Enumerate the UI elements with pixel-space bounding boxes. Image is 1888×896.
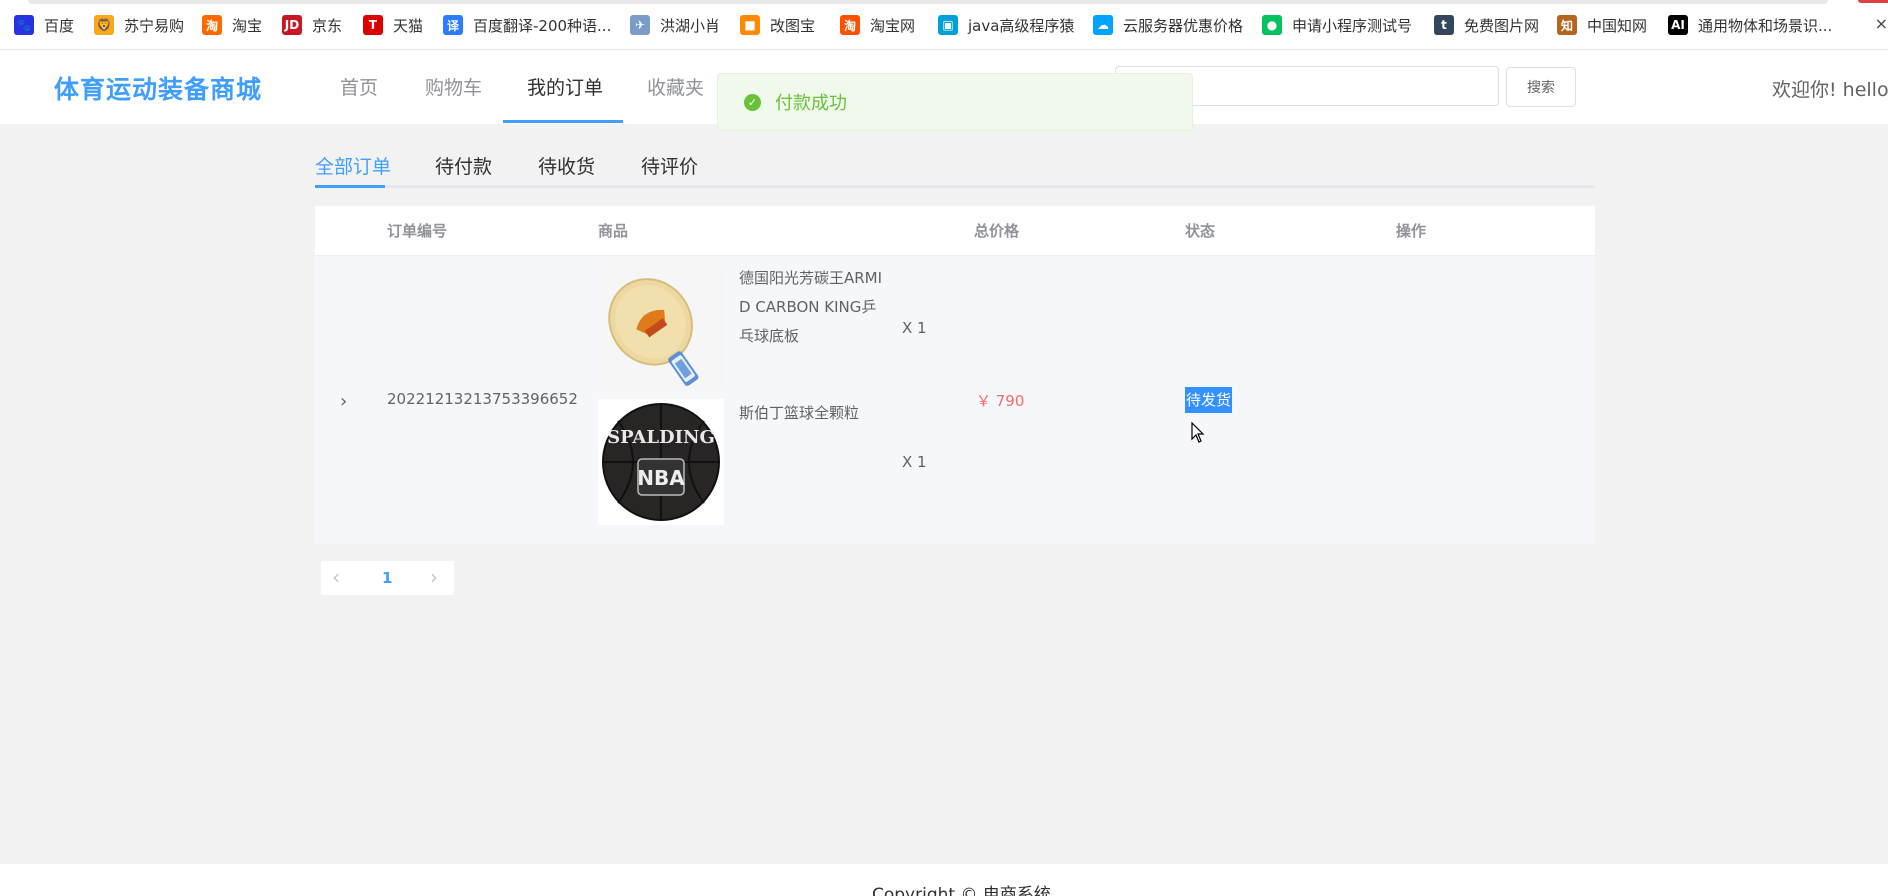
expand-chevron-icon[interactable]: ›	[340, 391, 347, 412]
column-order-no: 订单编号	[387, 222, 448, 240]
taobao-net-icon: 淘	[840, 15, 860, 35]
bookmark-label: 天猫	[393, 16, 424, 35]
tab-active-indicator	[315, 185, 385, 188]
tmall-icon: T	[363, 15, 383, 35]
bookmark-label: 云服务器优惠价格	[1123, 16, 1244, 35]
bookmark-item[interactable]: ✈ 洪湖小肖	[630, 14, 720, 36]
tab-pending-payment[interactable]: 待付款	[435, 152, 492, 179]
order-total-price: ￥ 790	[976, 392, 1025, 410]
basketball-brand-text: SPALDING	[607, 427, 715, 448]
bookmarks-overflow-close-icon[interactable]: ×	[1875, 14, 1888, 33]
bookmark-label: 中国知网	[1587, 16, 1648, 35]
bookmark-item[interactable]: 🦁 苏宁易购	[94, 14, 184, 36]
nav-my-orders[interactable]: 我的订单	[527, 73, 603, 100]
bookmark-item[interactable]: 🐾 百度	[14, 14, 74, 36]
tabs-divider	[315, 185, 1595, 188]
site-logo[interactable]: 体育运动装备商城	[54, 70, 262, 106]
search-button[interactable]: 搜索	[1506, 67, 1576, 107]
bookmark-item[interactable]: ● 申请小程序测试号	[1262, 14, 1412, 36]
browser-top-edge	[28, 0, 1828, 4]
bookmark-label: 淘宝网	[870, 16, 916, 35]
bookmark-item[interactable]: t 免费图片网	[1434, 14, 1539, 36]
bilibili-tv-icon: ▣	[938, 15, 958, 35]
nav-favorites[interactable]: 收藏夹	[647, 73, 704, 100]
bookmark-label: 百度	[44, 16, 75, 35]
bookmark-label: java高级程序猿	[968, 16, 1075, 35]
order-number: 20221213213753396652	[387, 390, 578, 408]
wechat-icon: ●	[1262, 15, 1282, 35]
pagination-next-icon[interactable]: ›	[430, 565, 438, 589]
cloud-icon: ☁	[1093, 15, 1113, 35]
product-quantity: X 1	[902, 319, 927, 337]
bookmark-item[interactable]: JD 京东	[282, 14, 342, 36]
bookmark-item[interactable]: 知中国知网	[1557, 14, 1647, 36]
bookmark-label: 免费图片网	[1464, 16, 1540, 35]
bookmark-label: 申请小程序测试号	[1292, 16, 1413, 35]
pagination-page[interactable]: 1	[382, 569, 392, 587]
bird-icon: ✈	[630, 15, 650, 35]
product-name: 斯伯丁篮球全颗粒	[739, 404, 860, 422]
bookmark-item[interactable]: ☁ 云服务器优惠价格	[1093, 14, 1243, 36]
nav-active-underline	[503, 120, 623, 123]
bookmark-item[interactable]: 淘淘宝网	[840, 14, 915, 36]
nav-cart[interactable]: 购物车	[425, 73, 482, 100]
spalding-basketball-image[interactable]: SPALDING NBA	[598, 399, 724, 525]
bookmark-label: 百度翻译-200种语...	[473, 16, 612, 35]
bookmark-item[interactable]: ■ 改图宝	[740, 14, 815, 36]
success-check-icon: ✓	[744, 93, 761, 111]
bookmark-label: 改图宝	[770, 16, 816, 35]
bookmark-label: 苏宁易购	[124, 16, 185, 35]
ai-icon: AI	[1668, 15, 1688, 35]
product-name: 德国阳光芳碳王ARMID CARBON KING乒乓球底板	[739, 269, 883, 345]
welcome-user: 欢迎你! hello	[1772, 79, 1888, 101]
tab-pending-review[interactable]: 待评价	[641, 152, 698, 179]
cnki-icon: 知	[1557, 15, 1577, 35]
bookmark-item[interactable]: 淘淘宝	[202, 14, 262, 36]
bookmark-item[interactable]: 译百度翻译-200种语...	[443, 14, 611, 36]
column-product: 商品	[598, 222, 629, 240]
suning-lion-icon: 🦁	[94, 15, 114, 35]
bookmark-label: 淘宝	[232, 16, 263, 35]
gaitubao-icon: ■	[740, 15, 760, 35]
baidu-paw-icon: 🐾	[14, 15, 34, 35]
bookmark-item[interactable]: T 天猫	[363, 14, 423, 36]
bookmark-item[interactable]: ▣ java高级程序猿	[938, 14, 1074, 36]
payment-success-toast: ✓ 付款成功	[717, 73, 1193, 131]
bookmark-label: 洪湖小肖	[660, 16, 721, 35]
bookmark-label: 通用物体和场景识...	[1698, 16, 1833, 35]
toast-message: 付款成功	[775, 93, 847, 114]
baidu-translate-icon: 译	[443, 15, 463, 35]
column-status: 状态	[1185, 222, 1216, 240]
tab-all-orders[interactable]: 全部订单	[315, 152, 391, 179]
nav-home[interactable]: 首页	[340, 73, 378, 100]
browser-close-accent	[1858, 0, 1888, 3]
taobao-icon: 淘	[202, 15, 222, 35]
bookmark-item[interactable]: AI 通用物体和场景识...	[1668, 14, 1832, 36]
tab-pending-receipt[interactable]: 待收货	[538, 152, 595, 179]
tumblr-icon: t	[1434, 15, 1454, 35]
bookmark-label: 京东	[312, 16, 343, 35]
jd-icon: JD	[282, 15, 302, 35]
copyright-text: Copyright © 电商系统	[872, 885, 1051, 896]
column-total-price: 总价格	[974, 222, 1020, 240]
pagination-prev-icon[interactable]: ‹	[332, 565, 340, 589]
basketball-nba-logo: NBA	[637, 466, 685, 490]
product-quantity: X 1	[902, 453, 927, 471]
order-status: 待发货	[1185, 387, 1233, 413]
table-tennis-racket-image[interactable]	[598, 265, 724, 391]
column-actions: 操作	[1396, 222, 1427, 240]
mouse-cursor-icon	[1191, 421, 1205, 448]
